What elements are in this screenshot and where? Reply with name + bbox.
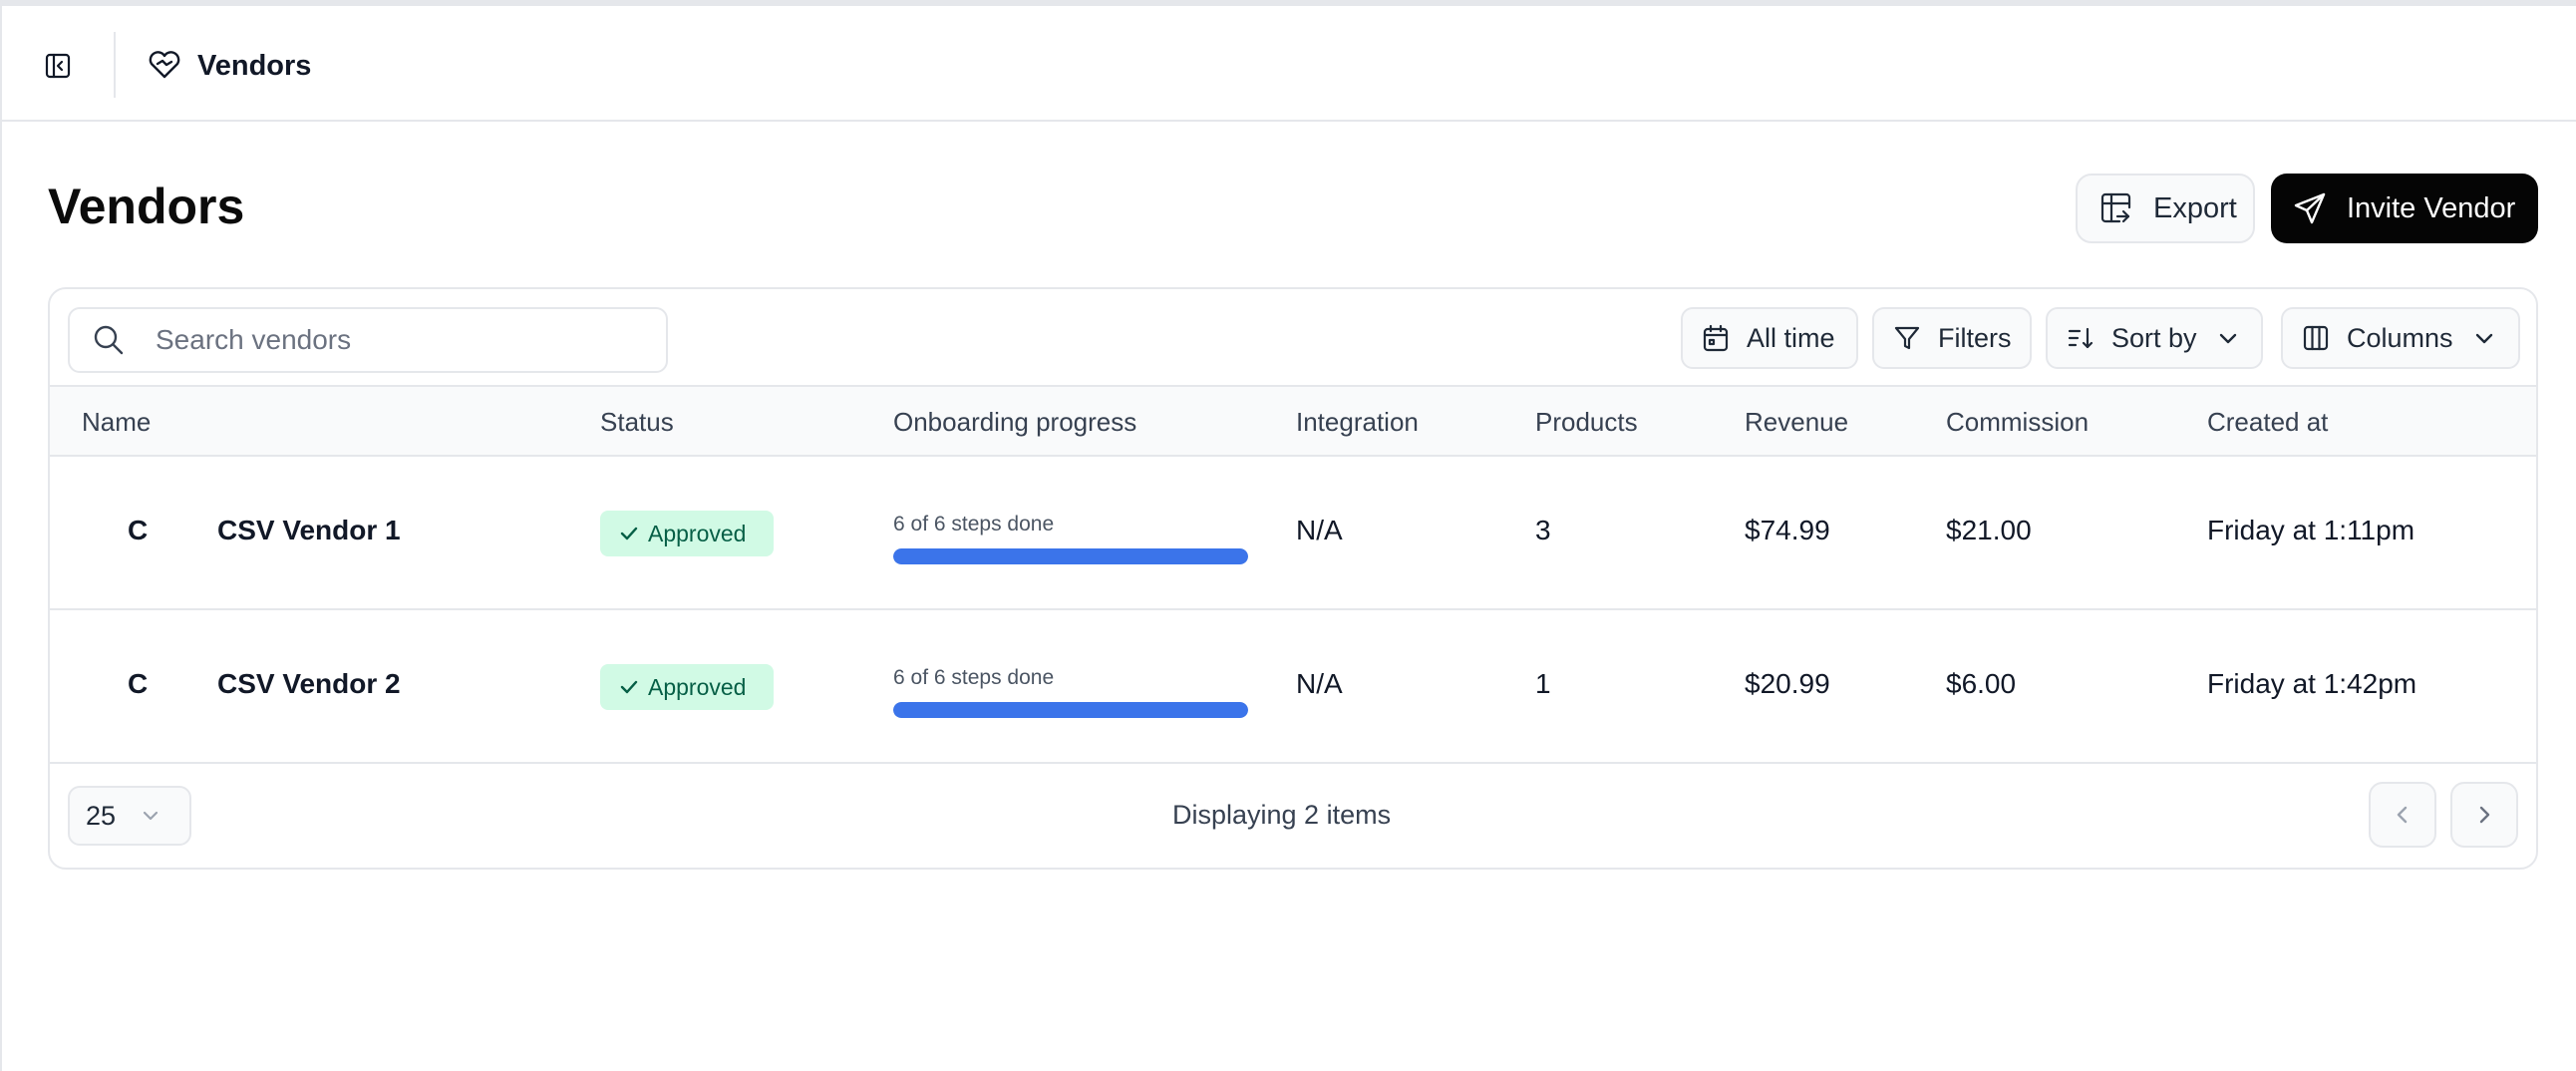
column-header-revenue[interactable]: Revenue xyxy=(1745,407,1848,438)
created-at-cell: Friday at 1:11pm xyxy=(2207,515,2415,545)
vendor-name[interactable]: CSV Vendor 2 xyxy=(217,668,401,700)
panel-left-icon[interactable] xyxy=(44,52,72,80)
topbar-title: Vendors xyxy=(197,50,312,82)
created-at-cell: Friday at 1:42pm xyxy=(2207,668,2417,699)
integration-cell: N/A xyxy=(1296,515,1343,545)
topbar-divider xyxy=(114,32,116,98)
avatar: C xyxy=(128,515,149,545)
search-input[interactable] xyxy=(156,324,654,356)
sort-icon xyxy=(2066,323,2095,353)
search-box[interactable] xyxy=(68,307,668,373)
sort-by-label: Sort by xyxy=(2111,322,2197,353)
date-range-button[interactable]: All time xyxy=(1681,307,1858,369)
page-size-value: 25 xyxy=(86,800,117,831)
chevron-left-icon xyxy=(2397,806,2408,824)
invite-vendor-label: Invite Vendor xyxy=(2347,191,2516,224)
vendors-table-card: All time Filters Sort by xyxy=(48,287,2538,870)
status-badge: Approved xyxy=(600,664,774,710)
previous-page-button[interactable] xyxy=(2369,782,2436,848)
chevron-down-icon xyxy=(140,805,161,827)
chevron-down-icon xyxy=(2215,325,2241,351)
progress-bar xyxy=(893,702,1248,718)
products-cell: 1 xyxy=(1535,668,1551,699)
commission-cell: $6.00 xyxy=(1946,668,2017,699)
vendor-name[interactable]: CSV Vendor 1 xyxy=(217,515,401,546)
column-header-onboarding-progress[interactable]: Onboarding progress xyxy=(893,407,1136,438)
status-label: Approved xyxy=(648,520,747,546)
progress-fill xyxy=(893,702,1248,718)
check-icon xyxy=(618,676,640,698)
progress-fill xyxy=(893,548,1248,564)
column-header-integration[interactable]: Integration xyxy=(1296,407,1419,438)
export-label: Export xyxy=(2153,191,2237,224)
page-size-select[interactable]: 25 xyxy=(68,786,191,846)
app-window: Vendors Vendors Export Invite Vendor Sea… xyxy=(0,0,2576,1071)
progress-label: 6 of 6 steps done xyxy=(893,513,1055,536)
avatar: C xyxy=(128,668,149,699)
table-header: Name Status Onboarding progress Integrat… xyxy=(50,385,2536,457)
products-cell: 3 xyxy=(1535,515,1551,545)
columns-label: Columns xyxy=(2347,322,2453,353)
column-header-commission[interactable]: Commission xyxy=(1946,407,2089,438)
integration-cell: N/A xyxy=(1296,668,1343,699)
table-row[interactable]: C CSV Vendor 1 Approved 6 of 6 steps don… xyxy=(50,457,2536,610)
column-header-name[interactable]: Name xyxy=(82,407,151,438)
filters-label: Filters xyxy=(1938,322,2012,353)
export-button[interactable]: Export xyxy=(2076,174,2255,243)
invite-vendor-button[interactable]: Invite Vendor xyxy=(2271,174,2538,243)
handshake-heart-icon xyxy=(148,50,181,80)
filters-button[interactable]: Filters xyxy=(1872,307,2032,369)
columns-button[interactable]: Columns xyxy=(2281,307,2520,369)
revenue-cell: $20.99 xyxy=(1745,668,1830,699)
commission-cell: $21.00 xyxy=(1946,515,2032,545)
revenue-cell: $74.99 xyxy=(1745,515,1830,545)
filter-icon xyxy=(1892,323,1922,353)
next-page-button[interactable] xyxy=(2450,782,2518,848)
columns-icon xyxy=(2301,323,2331,353)
chevron-right-icon xyxy=(2479,806,2490,824)
column-header-created-at[interactable]: Created at xyxy=(2207,407,2328,438)
column-header-status[interactable]: Status xyxy=(600,407,674,438)
column-header-products[interactable]: Products xyxy=(1535,407,1638,438)
search-icon xyxy=(92,323,126,357)
pagination-info: Displaying 2 items xyxy=(1172,800,1392,830)
send-icon xyxy=(2293,191,2327,225)
sort-by-button[interactable]: Sort by xyxy=(2046,307,2263,369)
table-export-icon xyxy=(2099,191,2133,225)
status-badge: Approved xyxy=(600,511,774,556)
top-bar: Vendors xyxy=(2,6,2576,122)
date-range-label: All time xyxy=(1747,322,1835,353)
progress-bar xyxy=(893,548,1248,564)
calendar-icon xyxy=(1701,323,1731,353)
progress-label: 6 of 6 steps done xyxy=(893,666,1055,689)
chevron-down-icon xyxy=(2471,325,2497,351)
check-icon xyxy=(618,523,640,544)
table-row[interactable]: C CSV Vendor 2 Approved 6 of 6 steps don… xyxy=(50,610,2536,764)
status-label: Approved xyxy=(648,673,747,700)
page-title: Vendors xyxy=(48,178,245,234)
